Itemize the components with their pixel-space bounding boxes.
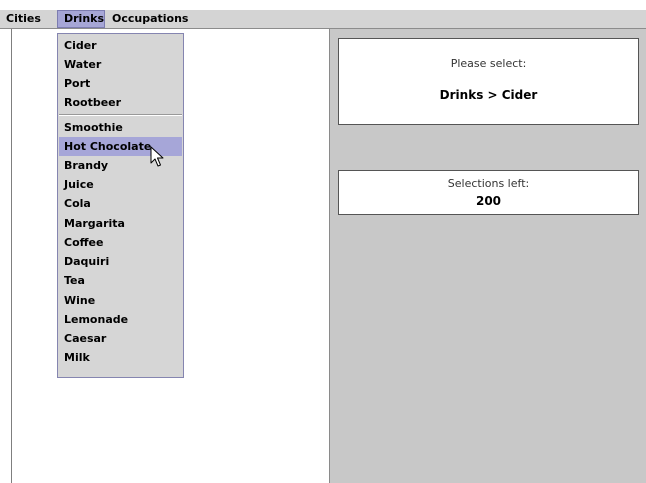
arrow-pointer-icon [150, 146, 164, 167]
menu-bar: Cities Drinks Occupations [0, 10, 646, 29]
selections-left-card: Selections left: 200 [338, 170, 639, 215]
selections-left-caption: Selections left: [447, 177, 530, 190]
drinks-dropdown-menu: Cider Water Port Rootbeer Smoothie Hot C… [57, 33, 184, 378]
menu-item-water[interactable]: Water [59, 55, 182, 74]
menu-item-rootbeer[interactable]: Rootbeer [59, 93, 182, 112]
menu-item-daquiri[interactable]: Daquiri [59, 252, 182, 271]
menu-separator [59, 114, 182, 116]
menu-item-cider[interactable]: Cider [59, 36, 182, 55]
menu-item-coffee[interactable]: Coffee [59, 233, 182, 252]
menu-item-lemonade[interactable]: Lemonade [59, 310, 182, 329]
menu-item-wine[interactable]: Wine [59, 291, 182, 310]
selection-prompt-caption: Please select: [450, 57, 527, 70]
menu-cities[interactable]: Cities [0, 10, 55, 28]
menu-item-juice[interactable]: Juice [59, 175, 182, 194]
menu-item-milk[interactable]: Milk [59, 348, 182, 367]
right-panel: Please select: Drinks > Cider Selections… [329, 29, 646, 483]
menu-item-tea[interactable]: Tea [59, 271, 182, 290]
selections-left-count: 200 [475, 194, 502, 208]
menu-item-margarita[interactable]: Margarita [59, 214, 182, 233]
left-panel-border [11, 29, 12, 483]
selection-target: Drinks > Cider [439, 88, 538, 102]
selection-prompt-card: Please select: Drinks > Cider [338, 38, 639, 125]
menu-item-cola[interactable]: Cola [59, 194, 182, 213]
menu-drinks[interactable]: Drinks [57, 10, 105, 28]
menu-item-port[interactable]: Port [59, 74, 182, 93]
menu-item-caesar[interactable]: Caesar [59, 329, 182, 348]
menu-item-smoothie[interactable]: Smoothie [59, 118, 182, 137]
menu-occupations[interactable]: Occupations [106, 10, 188, 28]
